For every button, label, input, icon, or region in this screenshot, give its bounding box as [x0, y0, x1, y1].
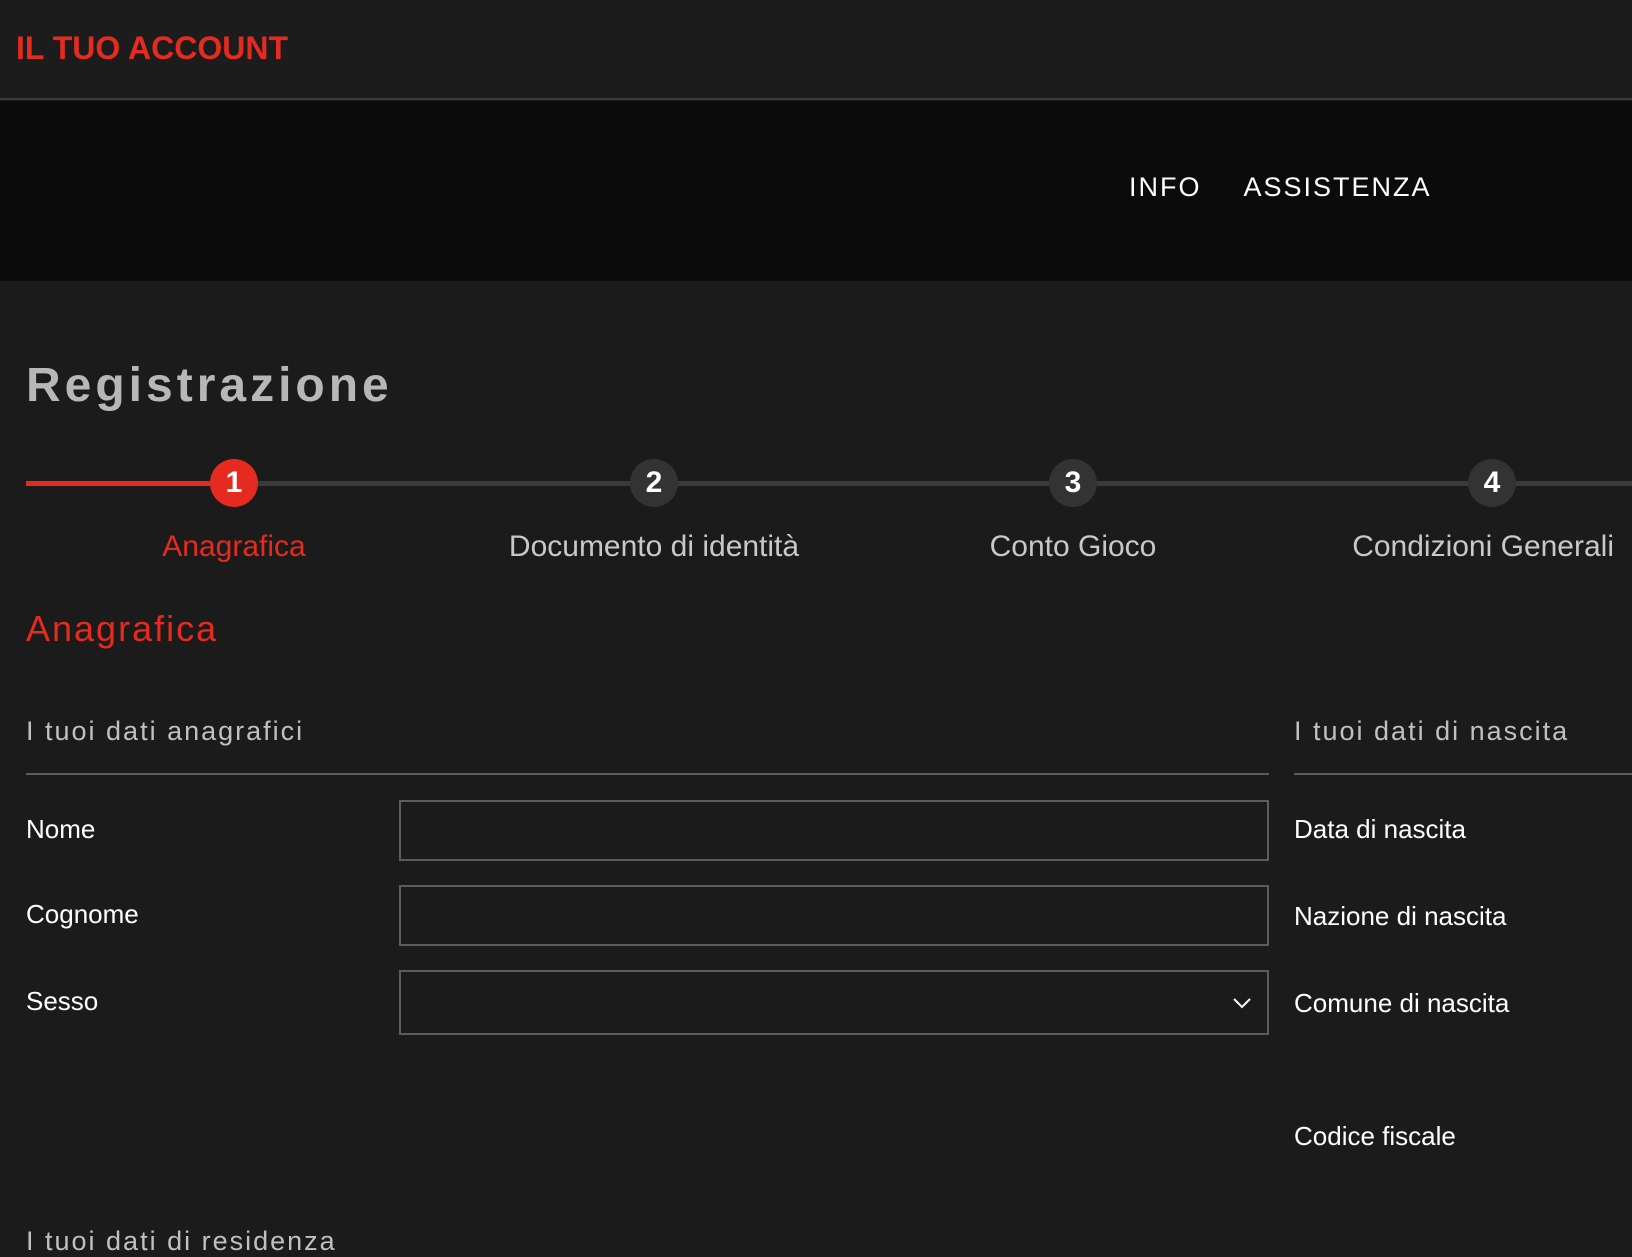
codice-fiscale-label: Codice fiscale — [1294, 1121, 1456, 1151]
stepper-track — [26, 481, 1632, 486]
nome-label: Nome — [26, 814, 96, 844]
step-3-label[interactable]: Conto Gioco — [873, 530, 1273, 564]
step-1-label[interactable]: Anagrafica — [34, 530, 434, 564]
section-title: Anagrafica — [26, 608, 219, 649]
nazione-nascita-label: Nazione di nascita — [1294, 901, 1507, 931]
residence-data-heading: I tuoi dati di residenza — [26, 1226, 337, 1256]
step-2-indicator[interactable]: 2 — [630, 459, 678, 507]
page-title: Registrazione — [26, 359, 393, 412]
nav-item-assistenza[interactable]: ASSISTENZA — [1244, 172, 1432, 203]
birth-data-divider — [1294, 773, 1632, 775]
stepper-progress — [26, 481, 236, 486]
step-2-label[interactable]: Documento di identità — [454, 530, 854, 564]
comune-nascita-label: Comune di nascita — [1294, 988, 1510, 1018]
personal-data-heading: I tuoi dati anagrafici — [26, 716, 305, 746]
main-nav: INFO ASSISTENZA — [0, 101, 1632, 281]
nav-links: INFO ASSISTENZA — [1129, 172, 1432, 203]
account-link[interactable]: IL TUO ACCOUNT — [16, 30, 288, 67]
step-4-indicator[interactable]: 4 — [1468, 459, 1516, 507]
nome-input[interactable] — [399, 800, 1269, 861]
birth-data-heading: I tuoi dati di nascita — [1294, 716, 1570, 746]
cognome-input[interactable] — [399, 885, 1269, 946]
nav-item-info[interactable]: INFO — [1129, 172, 1202, 203]
sesso-select[interactable] — [399, 970, 1269, 1035]
sesso-label: Sesso — [26, 986, 99, 1016]
step-4-label[interactable]: Condizioni Generali — [1292, 530, 1632, 564]
data-nascita-label: Data di nascita — [1294, 814, 1466, 844]
step-3-indicator[interactable]: 3 — [1049, 459, 1097, 507]
chevron-down-icon — [1233, 998, 1251, 1009]
personal-data-divider — [26, 773, 1269, 775]
step-1-indicator[interactable]: 1 — [210, 459, 258, 507]
top-bar: IL TUO ACCOUNT — [0, 0, 1632, 100]
cognome-label: Cognome — [26, 899, 139, 929]
